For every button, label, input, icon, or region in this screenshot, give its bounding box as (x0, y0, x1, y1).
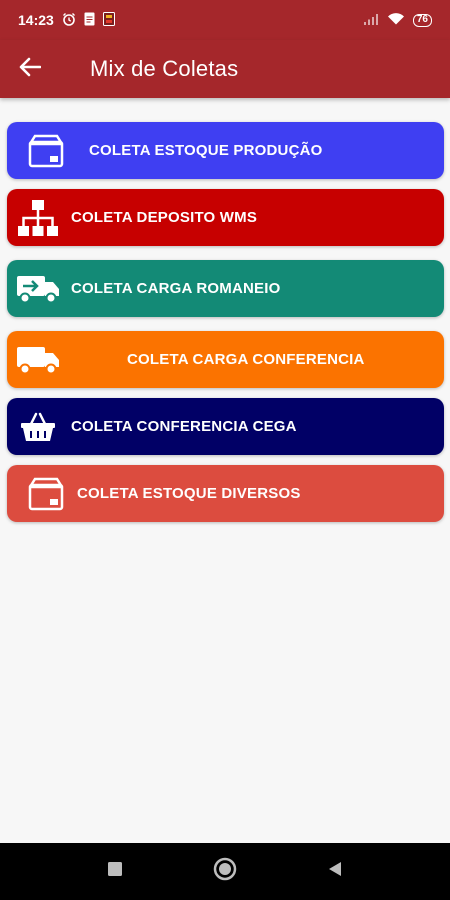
battery-level: 76 (412, 13, 432, 27)
coleta-estoque-diversos-button[interactable]: COLETA ESTOQUE DIVERSOS (7, 465, 444, 522)
back-nav-button[interactable] (315, 852, 355, 892)
coleta-conferencia-cega-button[interactable]: COLETA CONFERENCIA CEGA (7, 398, 444, 455)
collection-menu: COLETA ESTOQUE PRODUÇÃO COLETA DEPOSITO … (7, 122, 444, 522)
page-title: Mix de Coletas (90, 56, 239, 81)
arrow-left-icon (19, 57, 42, 82)
item-label: COLETA ESTOQUE PRODUÇÃO (89, 142, 323, 159)
circle-icon (213, 857, 237, 886)
item-label: COLETA CARGA CONFERENCIA (127, 351, 365, 368)
coleta-carga-conferencia-button[interactable]: COLETA CARGA CONFERENCIA (7, 331, 444, 388)
truck-icon (13, 340, 63, 380)
coleta-estoque-producao-button[interactable]: COLETA ESTOQUE PRODUÇÃO (7, 122, 444, 179)
app-notification-icon (102, 11, 115, 29)
item-label: COLETA DEPOSITO WMS (71, 209, 258, 226)
back-button[interactable] (0, 40, 60, 98)
triangle-back-icon (328, 861, 342, 882)
status-bar: 14:23 76 (0, 0, 450, 40)
square-icon (108, 862, 122, 881)
sitemap-icon (13, 198, 63, 238)
document-icon (84, 12, 95, 29)
signal-icon (363, 12, 379, 28)
system-nav-bar (0, 843, 450, 900)
recents-button[interactable] (95, 852, 135, 892)
wifi-icon (387, 12, 405, 28)
coleta-deposito-wms-button[interactable]: COLETA DEPOSITO WMS (7, 189, 444, 246)
box-icon (21, 474, 71, 514)
truck-moving-icon (13, 269, 63, 309)
item-label: COLETA ESTOQUE DIVERSOS (77, 485, 301, 502)
box-icon (21, 131, 71, 171)
basket-icon (13, 407, 63, 447)
home-button[interactable] (205, 852, 245, 892)
alarm-icon (62, 12, 76, 29)
item-label: COLETA CONFERENCIA CEGA (71, 418, 297, 435)
coleta-carga-romaneio-button[interactable]: COLETA CARGA ROMANEIO (7, 260, 444, 317)
app-bar: Mix de Coletas (0, 40, 450, 98)
item-label: COLETA CARGA ROMANEIO (71, 280, 281, 297)
status-time: 14:23 (18, 12, 54, 28)
